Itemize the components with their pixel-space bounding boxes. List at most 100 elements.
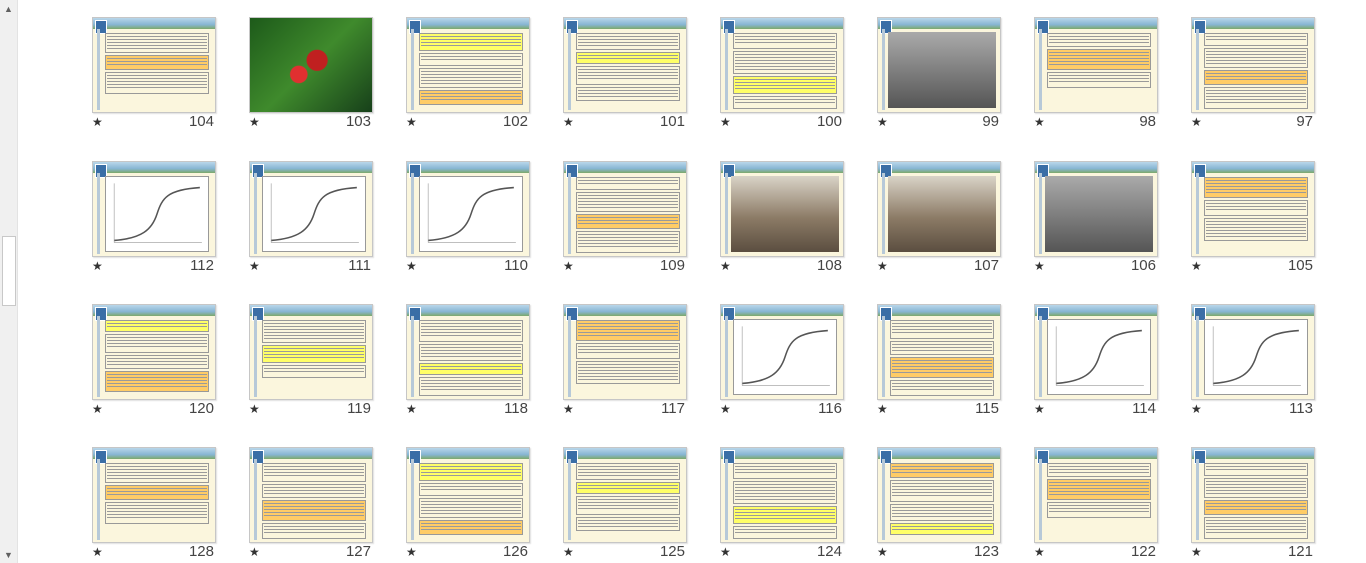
slide-thumbnail-item[interactable]: ★ 118 <box>406 286 532 417</box>
slide-thumbnail-item[interactable]: ★ 104 <box>92 0 218 130</box>
slide-thumbnail-item[interactable]: ★ 108 <box>720 143 846 274</box>
text-line <box>735 85 835 86</box>
slide-thumbnail-item[interactable]: ★ 117 <box>563 286 689 417</box>
slide-thumbnail-item[interactable]: ★ 102 <box>406 0 532 130</box>
slide-thumbnail-item[interactable]: ★ 109 <box>563 143 689 274</box>
slide-number: 105 <box>1287 257 1313 274</box>
text-line <box>578 326 678 327</box>
text-line <box>578 332 678 333</box>
slide-thumbnail[interactable] <box>563 447 687 543</box>
slide-thumbnail[interactable] <box>406 17 530 113</box>
slide-thumbnail-item[interactable]: ★ 99 <box>877 0 1003 130</box>
star-icon: ★ <box>1034 545 1045 559</box>
slide-thumbnail[interactable] <box>1191 304 1315 400</box>
slide-thumbnail[interactable] <box>406 447 530 543</box>
slide-thumbnail-item[interactable]: ★ 121 <box>1191 429 1317 560</box>
scroll-up-icon[interactable]: ▲ <box>0 0 17 17</box>
slide-thumbnail[interactable] <box>1191 447 1315 543</box>
text-line <box>107 517 207 518</box>
text-line <box>264 357 364 358</box>
slide-thumbnail[interactable] <box>92 304 216 400</box>
scroll-down-icon[interactable]: ▼ <box>0 546 17 563</box>
text-line <box>1206 523 1306 524</box>
text-line <box>107 383 207 384</box>
star-icon: ★ <box>249 259 260 273</box>
slide-thumbnail-item[interactable]: ★ 125 <box>563 429 689 560</box>
slide-thumbnail[interactable] <box>877 447 1001 543</box>
slide-thumbnail[interactable] <box>1191 17 1315 113</box>
vertical-scrollbar[interactable]: ▲ ▼ <box>0 0 18 563</box>
slide-thumbnail-item[interactable]: ★ 101 <box>563 0 689 130</box>
slide-thumbnail-item[interactable]: ★ 105 <box>1191 143 1317 274</box>
slide-thumbnail-item[interactable]: ★ 112 <box>92 143 218 274</box>
slide-thumbnail[interactable] <box>563 17 687 113</box>
slide-thumbnail-item[interactable]: ★ 116 <box>720 286 846 417</box>
text-line <box>892 372 992 373</box>
text-line <box>578 243 678 244</box>
slide-thumbnail-item[interactable]: ★ 103 <box>249 0 375 130</box>
slide-thumbnail[interactable] <box>249 304 373 400</box>
slide-thumbnail[interactable] <box>563 161 687 257</box>
slide-thumbnail-item[interactable]: ★ 128 <box>92 429 218 560</box>
text-line <box>892 495 992 496</box>
slide-number: 124 <box>816 543 842 560</box>
text-line <box>1206 102 1306 103</box>
slide-thumbnail[interactable] <box>1034 447 1158 543</box>
slide-thumbnail[interactable] <box>877 161 1001 257</box>
text-line <box>421 74 521 75</box>
text-line <box>264 371 364 372</box>
text-line <box>1206 493 1306 494</box>
slide-thumbnail-item[interactable]: ★ 111 <box>249 143 375 274</box>
scroll-thumb[interactable] <box>2 236 16 306</box>
slide-number: 113 <box>1289 400 1313 417</box>
slide-thumbnail-item[interactable]: ★ 113 <box>1191 286 1317 417</box>
slide-thumbnail[interactable] <box>877 17 1001 113</box>
slide-thumbnail[interactable] <box>92 161 216 257</box>
slide-thumbnail-item[interactable]: ★ 115 <box>877 286 1003 417</box>
slide-thumbnail-item[interactable]: ★ 124 <box>720 429 846 560</box>
slide-thumbnail[interactable] <box>249 447 373 543</box>
slide-thumbnail-item[interactable]: ★ 106 <box>1034 143 1160 274</box>
slide-thumbnail[interactable] <box>406 161 530 257</box>
text-line <box>578 69 678 70</box>
slide-thumbnail-item[interactable]: ★ 114 <box>1034 286 1160 417</box>
slide-thumbnail-item[interactable]: ★ 127 <box>249 429 375 560</box>
slide-thumbnail[interactable] <box>92 17 216 113</box>
side-strip <box>97 29 100 110</box>
slide-thumbnail[interactable] <box>1034 161 1158 257</box>
slide-thumbnail-item[interactable]: ★ 100 <box>720 0 846 130</box>
slide-thumbnail-item[interactable]: ★ 123 <box>877 429 1003 560</box>
slide-header-bar <box>407 18 529 29</box>
text-line <box>1206 503 1306 504</box>
text-line <box>1049 36 1149 37</box>
slide-thumbnail-item[interactable]: ★ 122 <box>1034 429 1160 560</box>
slide-thumbnail-item[interactable]: ★ 126 <box>406 429 532 560</box>
slide-thumbnail-item[interactable]: ★ 98 <box>1034 0 1160 130</box>
text-line <box>1049 61 1149 62</box>
text-line <box>578 55 678 56</box>
slide-thumbnail[interactable] <box>1034 17 1158 113</box>
text-line <box>107 343 207 344</box>
slide-thumbnail-item[interactable]: ★ 110 <box>406 143 532 274</box>
slide-thumbnail-item[interactable]: ★ 97 <box>1191 0 1317 130</box>
slide-thumbnail-item[interactable]: ★ 120 <box>92 286 218 417</box>
slide-thumbnail[interactable] <box>720 17 844 113</box>
star-icon: ★ <box>563 545 574 559</box>
slide-thumbnail[interactable] <box>249 161 373 257</box>
slide-thumbnail[interactable] <box>92 447 216 543</box>
slide-thumbnail[interactable] <box>563 304 687 400</box>
text-line <box>107 48 207 49</box>
slide-thumbnail[interactable] <box>720 304 844 400</box>
slide-thumbnail[interactable] <box>720 447 844 543</box>
slide-thumbnail-item[interactable]: ★ 119 <box>249 286 375 417</box>
slide-thumbnail[interactable] <box>249 17 373 113</box>
slide-thumbnail[interactable] <box>720 161 844 257</box>
text-line <box>1206 79 1306 80</box>
text-line <box>1049 469 1149 470</box>
slide-thumbnail[interactable] <box>1191 161 1315 257</box>
slide-thumbnail[interactable] <box>877 304 1001 400</box>
slide-thumbnail[interactable] <box>1034 304 1158 400</box>
slide-thumbnail-item[interactable]: ★ 107 <box>877 143 1003 274</box>
slide-thumbnail[interactable] <box>406 304 530 400</box>
text-line <box>264 532 364 533</box>
